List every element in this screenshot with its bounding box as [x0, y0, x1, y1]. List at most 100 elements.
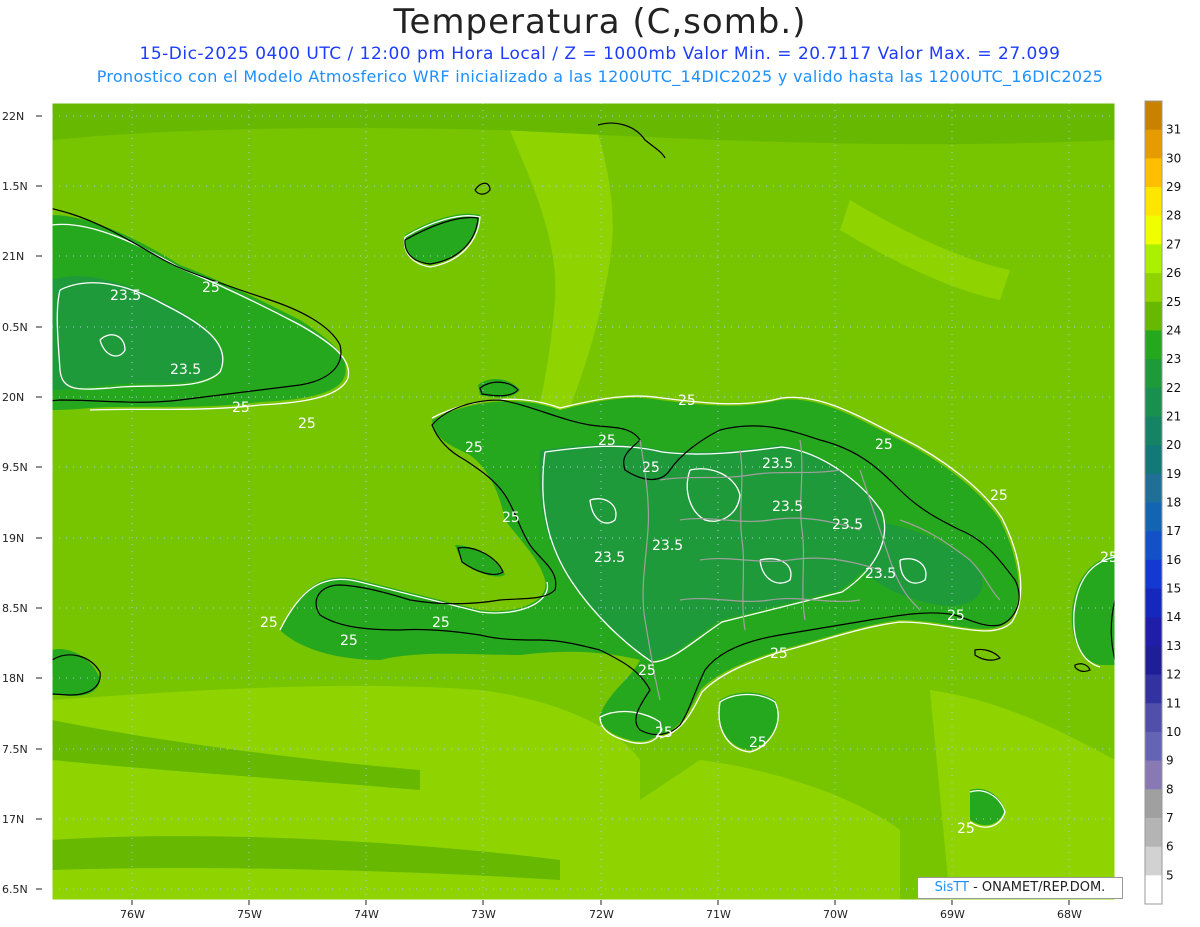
colorbar-label: 6 [1166, 840, 1174, 854]
small-island-coast [52, 646, 53, 648]
colorbar-swatch [1145, 158, 1162, 188]
colorbar-swatch [1145, 674, 1162, 704]
colorbar-label: 13 [1166, 639, 1181, 653]
contour-label: 25 [502, 510, 520, 526]
lat-tick-label: 0.5N [2, 321, 28, 334]
colorbar-swatch [1145, 215, 1162, 245]
colorbar-label: 10 [1166, 725, 1181, 739]
lat-tick-label: 18N [2, 672, 24, 685]
contour-label: 23.5 [170, 362, 201, 378]
colorbar-swatch [1145, 588, 1162, 618]
colorbar-label: 15 [1166, 582, 1181, 596]
colorbar-label: 7 [1166, 811, 1174, 825]
colorbar-label: 20 [1166, 438, 1181, 452]
colorbar-swatch [1145, 445, 1162, 475]
colorbar-label: 19 [1166, 467, 1181, 481]
lat-tick-label: 6.5N [2, 883, 28, 896]
contour-label: 23.5 [594, 550, 625, 566]
lat-tick-label: 8.5N [2, 602, 28, 615]
temperature-field [52, 103, 1115, 900]
contour-label: 23.5 [832, 517, 863, 533]
contour-label: 25 [598, 433, 616, 449]
lon-tick-label: 71W [706, 908, 731, 921]
lat-tick-label: 22N [2, 110, 24, 123]
contour-label: 23.5 [762, 456, 793, 472]
contour-label: 25 [642, 460, 660, 476]
colorbar-label: 30 [1166, 151, 1181, 165]
temperature-map: 23.5 25 23.5 25 25 25 25 25 25 23.5 25 2… [2, 100, 1181, 921]
colorbar-label: 14 [1166, 610, 1181, 624]
lat-tick-label: 9.5N [2, 461, 28, 474]
contour-label: 25 [957, 821, 975, 837]
colorbar-swatch [1145, 359, 1162, 389]
lon-tick-label: 76W [120, 908, 145, 921]
colorbar-swatch [1145, 846, 1162, 876]
contour-label: 23.5 [110, 288, 141, 304]
colorbar-swatch [1145, 502, 1162, 532]
contour-label: 25 [432, 615, 450, 631]
colorbar-swatch [1145, 703, 1162, 733]
lon-tick-label: 69W [940, 908, 965, 921]
colorbar-label: 29 [1166, 180, 1181, 194]
lat-tick-label: 20N [2, 391, 24, 404]
colorbar-swatch [1145, 273, 1162, 303]
contour-label: 25 [655, 725, 673, 741]
colorbar-label: 27 [1166, 237, 1181, 251]
lon-tick-label: 74W [354, 908, 379, 921]
colorbar-swatch [1145, 101, 1162, 131]
colorbar-swatch [1145, 416, 1162, 446]
colorbar-swatch [1145, 645, 1162, 676]
colorbar-swatch [1145, 129, 1162, 159]
colorbar-label: 21 [1166, 409, 1181, 423]
contour-label: 23.5 [865, 566, 896, 582]
contour-label: 25 [947, 608, 965, 624]
credit-box: SisTT - ONAMET/REP.DOM. [917, 877, 1123, 899]
colorbar-swatch [1145, 559, 1162, 590]
colorbar-labels: 31 30 29 28 27 26 25 24 23 22 21 20 19 18 17 16 15 14 13 12… [1166, 123, 1181, 883]
small-island-coast [52, 689, 53, 690]
lat-tick-label: 1.5N [2, 180, 28, 193]
colorbar-swatch [1145, 473, 1162, 503]
contour-label: 25 [232, 400, 250, 416]
credit-text: - ONAMET/REP.DOM. [968, 880, 1106, 895]
colorbar-swatch [1145, 301, 1162, 331]
contour-label: 23.5 [772, 499, 803, 515]
colorbar-swatch [1145, 760, 1162, 790]
contour-label: 25 [990, 488, 1008, 504]
lon-tick-label: 68W [1057, 908, 1082, 921]
colorbar-swatch [1145, 731, 1162, 762]
colorbar-label: 18 [1166, 496, 1181, 510]
contour-label: 25 [202, 280, 220, 296]
lon-tick-label: 72W [589, 908, 614, 921]
colorbar-label: 26 [1166, 266, 1181, 280]
colorbar-label: 12 [1166, 668, 1181, 682]
colorbar-swatch [1145, 387, 1162, 417]
colorbar-swatch [1145, 875, 1162, 905]
credit-brand: SisTT [934, 880, 969, 895]
contour-label: 23.5 [652, 538, 683, 554]
contour-label: 25 [465, 440, 483, 456]
contour-label: 25 [770, 646, 788, 662]
lat-axis: 22N 1.5N 21N 0.5N 20N 9.5N 19N 8.5N 18N … [2, 110, 42, 896]
lat-tick-label: 19N [2, 532, 24, 545]
colorbar-swatch [1145, 531, 1162, 561]
colorbar-swatches [1145, 101, 1162, 905]
colorbar-label: 23 [1166, 352, 1181, 366]
lon-axis: 76W 75W 74W 73W 72W 71W 70W 69W 68W [120, 900, 1082, 921]
colorbar-label: 8 [1166, 782, 1174, 796]
colorbar-swatch [1145, 244, 1162, 274]
colorbar-label: 24 [1166, 323, 1181, 337]
colorbar-label: 16 [1166, 553, 1181, 567]
lat-tick-label: 7.5N [2, 743, 28, 756]
lat-tick-label: 21N [2, 250, 24, 263]
colorbar-label: 5 [1166, 868, 1174, 882]
colorbar-swatch [1145, 187, 1162, 217]
colorbar-label: 11 [1166, 696, 1181, 710]
contour-label: 25 [875, 437, 893, 453]
lon-tick-label: 75W [237, 908, 262, 921]
colorbar-label: 31 [1166, 123, 1181, 137]
contour-label: 25 [260, 615, 278, 631]
contour-label: 25 [678, 393, 696, 409]
contour-label: 25 [340, 633, 358, 649]
colorbar-swatch [1145, 789, 1162, 819]
